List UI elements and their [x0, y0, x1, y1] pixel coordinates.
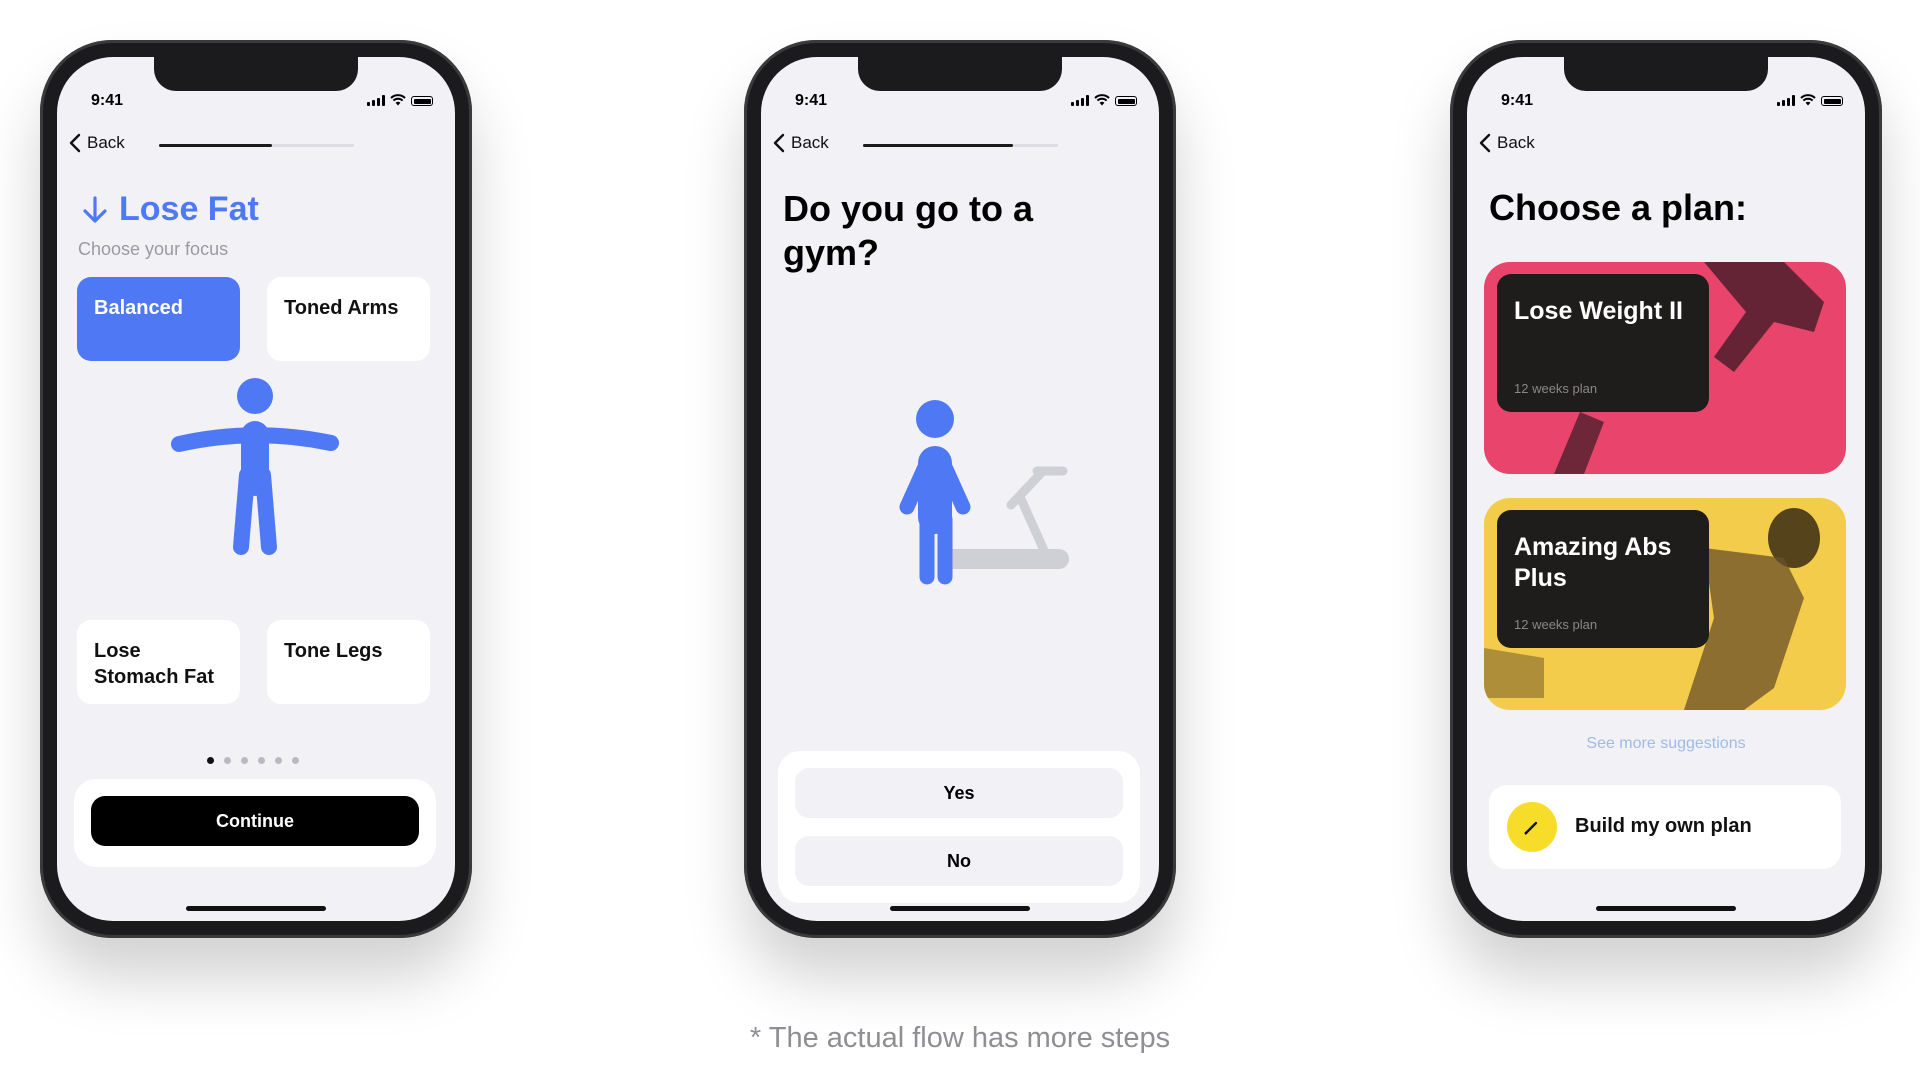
option-toned-arms[interactable]: Toned Arms [267, 277, 430, 361]
chevron-left-icon [773, 133, 785, 153]
battery-icon [411, 96, 433, 106]
page-title: Lose Fat [81, 190, 259, 229]
page-dot [275, 757, 282, 764]
page-dot [207, 757, 214, 764]
back-label: Back [791, 133, 829, 152]
option-balanced[interactable]: Balanced [77, 277, 240, 361]
person-treadmill-illustration [899, 400, 1069, 585]
answer-no-button[interactable]: No [795, 836, 1123, 886]
plan-duration: 12 weeks plan [1514, 617, 1598, 632]
page-dot [292, 757, 299, 764]
status-time: 9:41 [1501, 92, 1534, 109]
pencil-icon [1507, 802, 1557, 852]
plan-name: Lose Weight II [1514, 297, 1683, 325]
home-indicator [1596, 906, 1736, 911]
progress-fill [159, 144, 273, 147]
battery-icon [1115, 96, 1137, 106]
footnote: * The actual flow has more steps [749, 1022, 1171, 1054]
status-icons [1071, 94, 1137, 106]
signal-icon [1071, 95, 1089, 106]
question-title: Do you go to a gym? [783, 188, 1033, 273]
status-time: 9:41 [91, 92, 124, 109]
chevron-left-icon [1479, 133, 1491, 153]
wifi-icon [1094, 94, 1110, 106]
phone-screen-plan: 9:41 Back Choose a plan: Lose Weight II … [1450, 40, 1882, 938]
screen-plan: 9:41 Back Choose a plan: Lose Weight II … [1467, 57, 1865, 921]
page-dot [224, 757, 231, 764]
page-title: Choose a plan: [1489, 187, 1748, 228]
signal-icon [1777, 95, 1795, 106]
status-icons [367, 94, 433, 106]
back-label: Back [1497, 133, 1535, 152]
back-label: Back [87, 133, 125, 152]
notch [858, 57, 1062, 91]
person-arms-out-illustration [171, 378, 339, 555]
wifi-icon [1800, 94, 1816, 106]
wifi-icon [390, 94, 406, 106]
plan-duration: 12 weeks plan [1514, 381, 1598, 396]
plan-info-box: Amazing Abs Plus 12 weeks plan [1497, 510, 1709, 648]
option-lose-stomach-fat[interactable]: Lose Stomach Fat [77, 620, 240, 704]
signal-icon [367, 95, 385, 106]
bottom-panel: Continue [74, 779, 436, 867]
page-dot [241, 757, 248, 764]
phone-screen-gym: 9:41 Back Do you go to a gym? Yes No [744, 40, 1176, 938]
phone-screen-focus: 9:41 Back Lose Fat Choose your focus Bal… [40, 40, 472, 938]
home-indicator [890, 906, 1030, 911]
see-more-link[interactable]: See more suggestions [1467, 735, 1865, 753]
plan-card-lose-weight[interactable]: Lose Weight II 12 weeks plan [1484, 262, 1846, 474]
progress-bar [159, 144, 354, 147]
page-indicator [207, 757, 299, 764]
title-text: Lose Fat [119, 190, 259, 228]
progress-bar [863, 144, 1058, 147]
option-tone-legs[interactable]: Tone Legs [267, 620, 430, 704]
notch [1564, 57, 1768, 91]
back-button[interactable]: Back [773, 133, 829, 153]
back-button[interactable]: Back [1479, 133, 1535, 153]
chevron-left-icon [69, 133, 81, 153]
screen-gym: 9:41 Back Do you go to a gym? Yes No [761, 57, 1159, 921]
plan-name: Amazing Abs Plus [1514, 533, 1672, 592]
battery-icon [1821, 96, 1843, 106]
notch [154, 57, 358, 91]
progress-fill [863, 144, 1014, 147]
build-own-plan-label: Build my own plan [1575, 815, 1752, 837]
arrow-down-icon [83, 195, 107, 223]
status-icons [1777, 94, 1843, 106]
plan-info-box: Lose Weight II 12 weeks plan [1497, 274, 1709, 412]
answer-panel: Yes No [778, 751, 1140, 903]
status-time: 9:41 [795, 92, 828, 109]
build-own-plan-button[interactable]: Build my own plan [1489, 785, 1841, 869]
page-dot [258, 757, 265, 764]
answer-yes-button[interactable]: Yes [795, 768, 1123, 818]
home-indicator [186, 906, 326, 911]
screen-focus: 9:41 Back Lose Fat Choose your focus Bal… [57, 57, 455, 921]
page-subtitle: Choose your focus [78, 239, 229, 259]
plan-card-amazing-abs[interactable]: Amazing Abs Plus 12 weeks plan [1484, 498, 1846, 710]
continue-button[interactable]: Continue [91, 796, 419, 846]
back-button[interactable]: Back [69, 133, 125, 153]
